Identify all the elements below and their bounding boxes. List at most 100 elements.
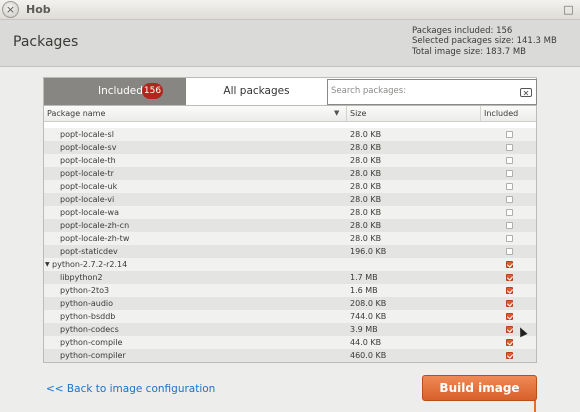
package-size-cell: 28.0 KB [350,130,382,139]
column-header-included[interactable]: Included [481,106,536,121]
table-row[interactable]: popt-locale-zh-cn 28.0 KB [44,219,536,232]
package-size-cell: 28.0 KB [350,182,382,191]
package-name-cell: python-compile [60,338,123,347]
table-header: Package name ▼ Size Included [44,106,536,122]
tab-included-label: Included [98,85,143,97]
package-name-cell: popt-locale-tr [60,169,114,178]
column-header-size[interactable]: Size [347,106,481,121]
included-checkbox[interactable] [506,326,513,333]
included-checkbox[interactable] [506,222,513,229]
package-name-cell: popt-staticdev [60,247,118,256]
package-name-cell: popt-locale-wa [60,208,119,217]
close-window-button[interactable]: × [2,1,19,18]
included-checkbox[interactable] [506,235,513,242]
content-area: Included 156 All packages Search package… [0,67,580,412]
package-size-cell: 28.0 KB [350,195,382,204]
table-row[interactable]: python-compiler 460.0 KB [44,349,536,362]
package-size-cell: 28.0 KB [350,234,382,243]
table-row[interactable]: popt-locale-tr 28.0 KB [44,167,536,180]
included-checkbox[interactable] [506,287,513,294]
window-title: Hob [26,3,51,16]
package-size-cell: 460.0 KB [350,351,387,360]
included-checkbox[interactable] [506,313,513,320]
tab-included[interactable]: Included 156 [44,78,186,105]
tab-all-packages[interactable]: All packages [186,78,327,105]
image-stats: Packages included: 156 Selected packages… [412,26,557,57]
package-size-cell: 196.0 KB [350,247,387,256]
package-name-cell: python-bsddb [60,312,116,321]
table-row[interactable]: popt-locale-wa 28.0 KB [44,206,536,219]
table-row[interactable]: popt-locale-zh-tw 28.0 KB [44,232,536,245]
table-row[interactable]: python-compression 324.0 KB [44,362,536,363]
package-name-cell: libpython2 [60,273,103,282]
title-bar: × Hob □ [0,0,580,20]
package-size-cell: 324.0 KB [350,362,386,363]
sort-descending-icon: ▼ [334,109,340,117]
table-row[interactable]: popt-locale-uk 28.0 KB [44,180,536,193]
included-checkbox[interactable] [506,339,513,346]
back-to-image-configuration-link[interactable]: << Back to image configuration [46,383,215,395]
included-checkbox[interactable] [506,300,513,307]
package-size-cell: 744.0 KB [350,312,387,321]
included-checkbox[interactable] [506,131,513,138]
package-size-cell: 28.0 KB [350,169,382,178]
package-name-cell: python-codecs [60,325,119,334]
package-size-cell: 28.0 KB [350,156,382,165]
included-checkbox[interactable] [506,157,513,164]
table-rows: popt-locale-sl 28.0 KB popt-locale-sv 28.0 … [44,128,536,363]
total-size-stat: Total image size: 183.7 MB [412,46,526,57]
package-name-cell: popt-locale-vi [60,195,115,204]
table-row[interactable]: popt-locale-sv 28.0 KB [44,141,536,154]
table-row[interactable]: popt-locale-sl 28.0 KB [44,128,536,141]
table-row[interactable]: popt-locale-th 28.0 KB [44,154,536,167]
included-count-badge: 156 [142,83,163,99]
included-checkbox[interactable] [506,183,513,190]
packages-included-stat: Packages included: 156 [412,26,513,36]
search-input[interactable]: Search packages: ✕ [327,79,537,105]
table-row[interactable]: popt-staticdev 196.0 KB [44,245,536,258]
package-table: Package name ▼ Size Included popt-locale… [43,105,537,363]
package-size-cell: 3.9 MB [350,325,378,334]
package-name-cell: python-compiler [60,351,126,360]
package-name-cell: popt-locale-th [60,156,116,165]
included-checkbox[interactable] [506,209,513,216]
build-image-button[interactable]: Build image [422,375,537,401]
included-checkbox[interactable] [506,248,513,255]
page-header: Packages Packages included: 156 Selected… [0,20,580,67]
table-group-row[interactable]: ▼ python-2.7.2-r2.14 [44,258,536,271]
package-tabs: Included 156 All packages Search package… [43,77,537,105]
table-row[interactable]: libpython2 1.7 MB [44,271,536,284]
table-row[interactable]: python-audio 208.0 KB [44,297,536,310]
included-checkbox[interactable] [506,196,513,203]
table-row[interactable]: python-2to3 1.6 MB [44,284,536,297]
package-name-cell: popt-locale-sl [60,130,114,139]
package-name-cell: popt-locale-uk [60,182,118,191]
column-header-package-name[interactable]: Package name [44,106,347,121]
package-name-cell: python-2.7.2-r2.14 [52,260,128,269]
table-row[interactable]: python-codecs 3.9 MB [44,323,536,336]
included-checkbox[interactable] [506,144,513,151]
search-placeholder: Search packages: [331,86,407,96]
included-checkbox[interactable] [506,352,513,359]
page-title: Packages [13,34,79,50]
package-name-cell: popt-locale-sv [60,143,117,152]
package-name-cell: popt-locale-zh-cn [60,221,130,230]
expander-icon[interactable]: ▼ [45,258,50,271]
maximize-icon[interactable]: □ [561,3,576,16]
selected-size-stat: Selected packages size: 141.3 MB [412,36,557,47]
package-size-cell: 1.7 MB [350,273,378,282]
table-row[interactable]: popt-locale-vi 28.0 KB [44,193,536,206]
included-checkbox[interactable] [506,170,513,177]
included-checkbox[interactable] [506,274,513,281]
package-size-cell: 44.0 KB [350,338,382,347]
package-name-cell: popt-locale-zh-tw [60,234,130,243]
table-row[interactable]: python-compile 44.0 KB [44,336,536,349]
package-size-cell: 28.0 KB [350,221,382,230]
package-size-cell: 1.6 MB [350,286,378,295]
included-checkbox[interactable] [506,261,513,268]
package-size-cell: 28.0 KB [350,143,382,152]
clear-search-icon[interactable]: ✕ [520,88,532,98]
table-row[interactable]: python-bsddb 744.0 KB [44,310,536,323]
package-name-cell: python-compression [60,362,142,363]
package-size-cell: 208.0 KB [350,299,387,308]
